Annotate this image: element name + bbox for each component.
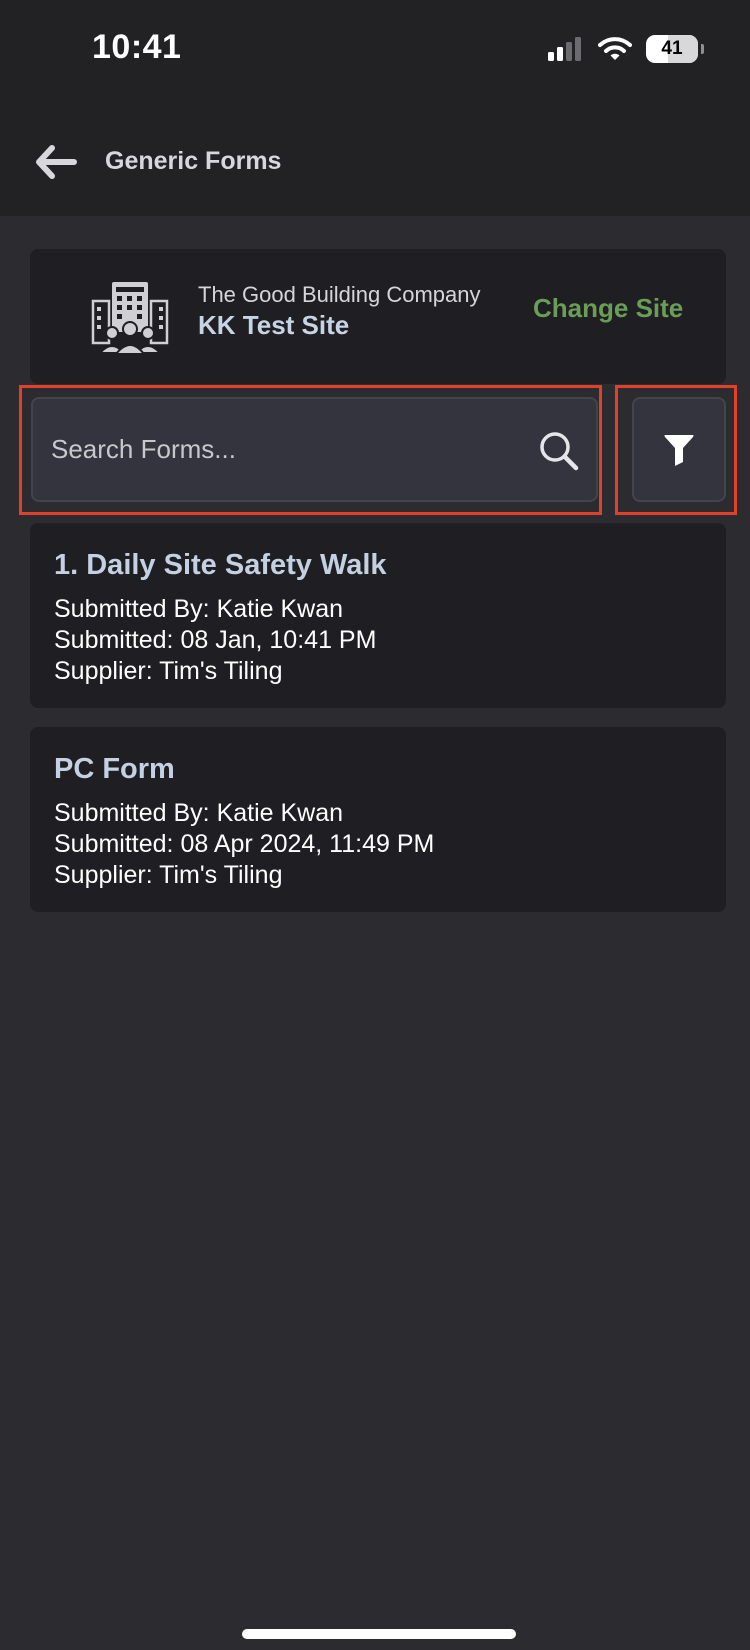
form-supplier: Supplier: Tim's Tiling <box>54 657 283 685</box>
change-site-button[interactable]: Change Site <box>533 293 683 324</box>
back-button[interactable] <box>28 140 84 184</box>
status-icons: 41 <box>548 34 704 64</box>
home-indicator <box>242 1629 516 1639</box>
form-submitted-by: Submitted By: Katie Kwan <box>54 799 344 827</box>
form-submitted-date: Submitted: 08 Jan, 10:41 PM <box>54 626 377 654</box>
search-box[interactable] <box>31 397 598 502</box>
app-screen: 10:41 41 Generic Forms The Good Building… <box>0 0 750 1650</box>
signal-icon <box>548 37 581 61</box>
form-submitted-date: Submitted: 08 Apr 2024, 11:49 PM <box>54 830 435 858</box>
form-list-item[interactable]: 1. Daily Site Safety Walk Submitted By: … <box>30 523 726 708</box>
company-name: The Good Building Company <box>198 282 481 307</box>
top-bar: 10:41 41 Generic Forms <box>0 0 750 216</box>
filter-icon <box>664 434 694 466</box>
buildings-people-icon <box>91 282 169 355</box>
search-input[interactable] <box>51 399 531 500</box>
wifi-icon <box>598 37 632 60</box>
battery-level: 41 <box>661 38 683 59</box>
status-time: 10:41 <box>92 28 182 66</box>
page-title: Generic Forms <box>105 147 282 175</box>
form-title: 1. Daily Site Safety Walk <box>54 549 387 581</box>
arrow-left-icon <box>36 145 77 179</box>
form-submitted-by: Submitted By: Katie Kwan <box>54 595 344 623</box>
battery-icon: 41 <box>646 35 704 63</box>
search-icon[interactable] <box>538 430 580 472</box>
form-title: PC Form <box>54 753 175 785</box>
site-name: KK Test Site <box>198 310 350 340</box>
filter-button[interactable] <box>632 397 726 502</box>
form-supplier: Supplier: Tim's Tiling <box>54 861 283 889</box>
form-list-item[interactable]: PC Form Submitted By: Katie Kwan Submitt… <box>30 727 726 912</box>
